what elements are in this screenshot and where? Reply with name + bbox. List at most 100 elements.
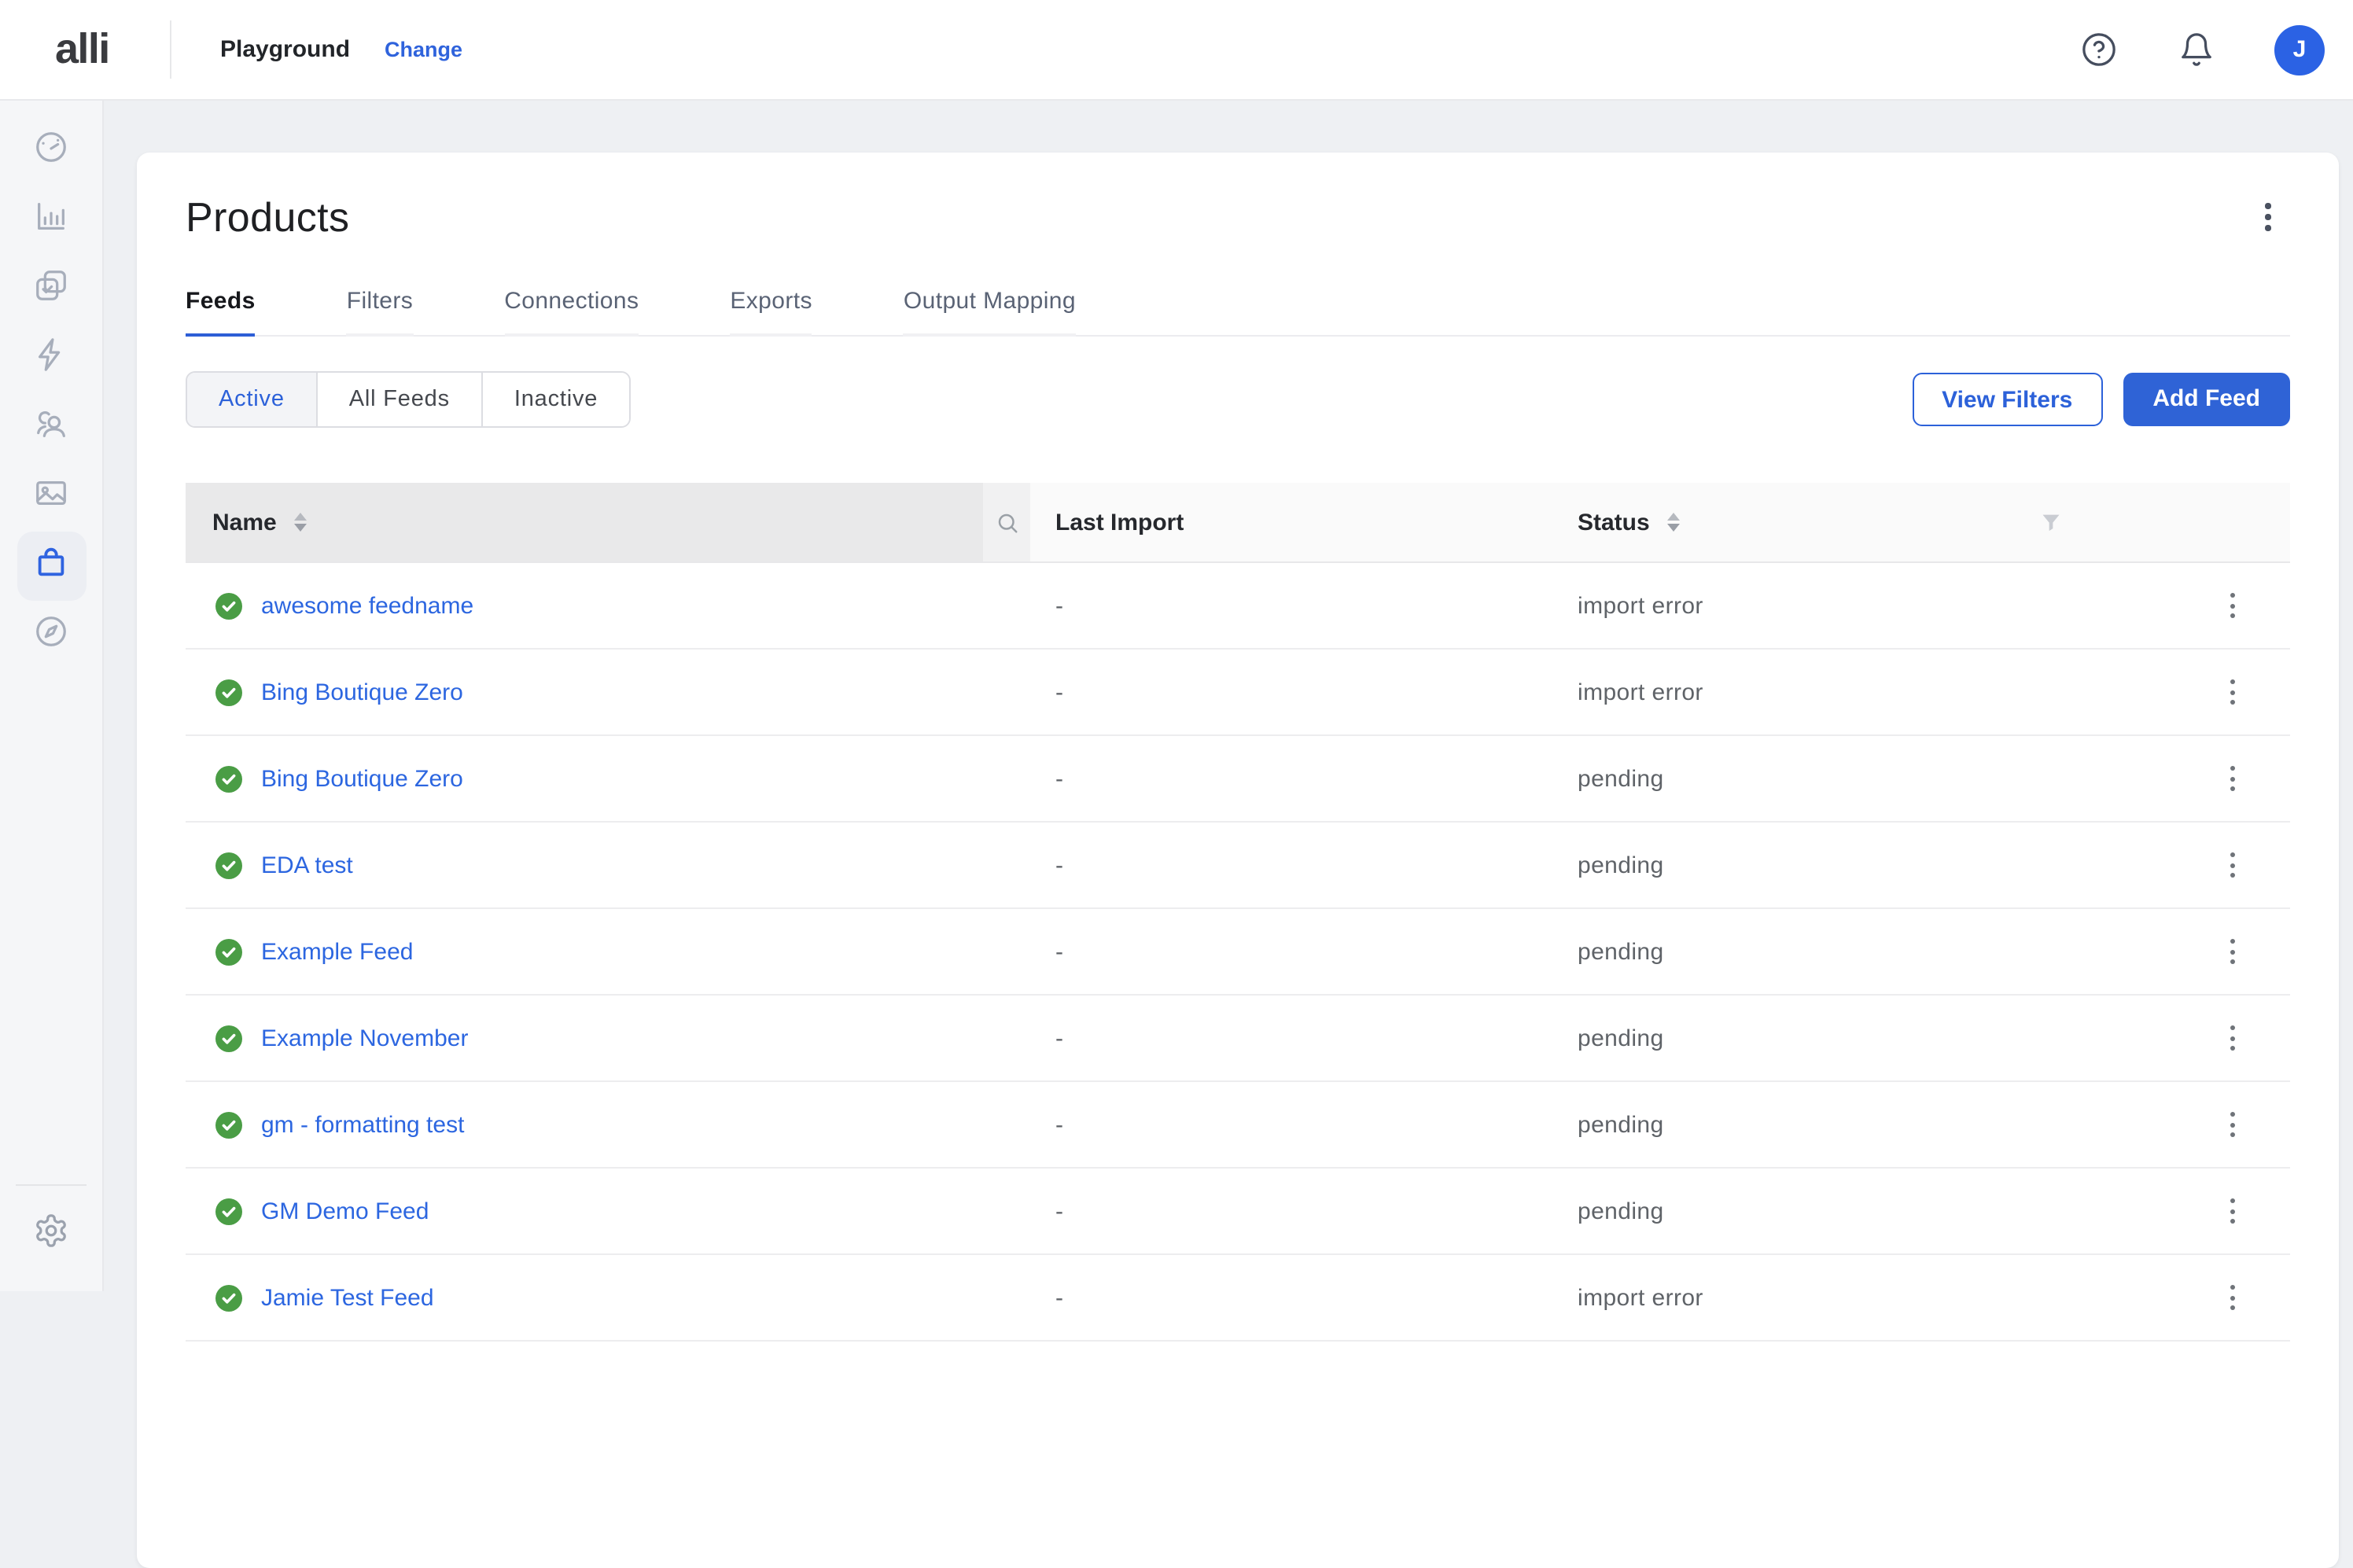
status-value: pending xyxy=(1578,1025,2018,1051)
row-kebab-menu-icon[interactable] xyxy=(2211,1018,2252,1058)
table-header-row: Name Last Import Status xyxy=(186,483,2290,563)
workspace-name: Playground xyxy=(220,36,350,63)
sidebar-item-creative[interactable] xyxy=(17,462,86,532)
feed-name-link[interactable]: awesome feedname xyxy=(261,592,473,619)
status-check-icon xyxy=(215,592,242,619)
kebab-menu-icon[interactable] xyxy=(2246,195,2290,239)
table-row: gm - formatting test - pending xyxy=(186,1082,2290,1169)
compass-icon xyxy=(33,613,69,657)
row-kebab-menu-icon[interactable] xyxy=(2211,585,2252,626)
row-kebab-menu-icon[interactable] xyxy=(2211,845,2252,885)
table-row: Bing Boutique Zero - pending xyxy=(186,736,2290,823)
feed-name-link[interactable]: Example Feed xyxy=(261,938,413,965)
tab-filters[interactable]: Filters xyxy=(347,288,413,335)
row-kebab-menu-icon[interactable] xyxy=(2211,672,2252,712)
status-value: import error xyxy=(1578,1284,2018,1311)
topbar-divider xyxy=(170,20,171,79)
feed-name-link[interactable]: EDA test xyxy=(261,852,353,878)
feed-name-link[interactable]: Bing Boutique Zero xyxy=(261,765,463,792)
help-icon[interactable] xyxy=(2079,31,2117,68)
row-kebab-menu-icon[interactable] xyxy=(2211,1277,2252,1318)
feed-name-link[interactable]: Bing Boutique Zero xyxy=(261,679,463,705)
last-import-value: - xyxy=(1030,679,1578,705)
sort-icon[interactable] xyxy=(294,513,307,532)
table-row: Jamie Test Feed - import error xyxy=(186,1255,2290,1342)
tab-feeds[interactable]: Feeds xyxy=(186,288,256,335)
status-column-label: Status xyxy=(1578,509,1650,536)
row-actions-cell xyxy=(2131,672,2290,712)
status-check-icon xyxy=(215,852,242,878)
feeds-table: Name Last Import Status awesome xyxy=(186,483,2290,1342)
row-actions-cell xyxy=(2131,1104,2290,1145)
sidebar-items xyxy=(0,99,102,670)
status-value: pending xyxy=(1578,938,2018,965)
settings-gear-icon[interactable] xyxy=(16,1195,85,1264)
table-row: awesome feedname - import error xyxy=(186,563,2290,650)
column-header-name[interactable]: Name xyxy=(186,483,983,561)
app-root: alli Playground Change J xyxy=(0,0,2353,1291)
sidebar-item-audiences[interactable] xyxy=(17,393,86,462)
change-workspace-link[interactable]: Change xyxy=(385,38,462,61)
sidebar-item-analytics[interactable] xyxy=(17,186,86,255)
sort-icon[interactable] xyxy=(1667,513,1680,532)
add-feed-button[interactable]: Add Feed xyxy=(2123,373,2290,426)
tab-bar: Feeds Filters Connections Exports Output Map… xyxy=(186,288,2290,337)
row-kebab-menu-icon[interactable] xyxy=(2211,758,2252,799)
row-actions-cell xyxy=(2131,1018,2290,1058)
feed-filter-active[interactable]: Active xyxy=(187,373,318,426)
status-check-icon xyxy=(215,938,242,965)
page-title: Products xyxy=(186,193,349,241)
last-import-value: - xyxy=(1030,938,1578,965)
column-header-status[interactable]: Status xyxy=(1578,509,2018,536)
sidebar-item-explore[interactable] xyxy=(17,601,86,670)
tab-connections[interactable]: Connections xyxy=(504,288,639,335)
sidebar-item-tasks[interactable] xyxy=(17,255,86,324)
feed-name-link[interactable]: Example November xyxy=(261,1025,468,1051)
workspace-switcher: Playground Change xyxy=(220,0,462,99)
topbar-actions: J xyxy=(2079,0,2325,99)
tab-output-mapping[interactable]: Output Mapping xyxy=(904,288,1076,335)
status-check-icon xyxy=(215,765,242,792)
last-import-value: - xyxy=(1030,1025,1578,1051)
feed-name-link[interactable]: Jamie Test Feed xyxy=(261,1284,434,1311)
sidebar-item-automations[interactable] xyxy=(17,324,86,393)
feed-name-cell: Jamie Test Feed xyxy=(186,1284,983,1311)
feeds-toolbar: ActiveAll FeedsInactive View Filters Add… xyxy=(186,371,2290,428)
products-card: Products Feeds Filters Connections Exports O… xyxy=(137,153,2339,1568)
status-check-icon xyxy=(215,679,242,705)
row-kebab-menu-icon[interactable] xyxy=(2211,1104,2252,1145)
status-check-icon xyxy=(215,1111,242,1138)
feed-name-link[interactable]: GM Demo Feed xyxy=(261,1198,429,1224)
row-actions-cell xyxy=(2131,845,2290,885)
feed-name-cell: Example November xyxy=(186,1025,983,1051)
sidebar-item-products[interactable] xyxy=(17,532,86,601)
feed-filter-segmented: ActiveAll FeedsInactive xyxy=(186,371,631,428)
feed-name-cell: Bing Boutique Zero xyxy=(186,679,983,705)
name-column-label: Name xyxy=(212,509,277,536)
bar-chart-icon xyxy=(33,198,69,242)
search-icon[interactable] xyxy=(983,483,1030,561)
clipboard-check-icon xyxy=(33,267,69,311)
status-value: pending xyxy=(1578,765,2018,792)
view-filters-button[interactable]: View Filters xyxy=(1912,373,2102,426)
table-row: Example November - pending xyxy=(186,996,2290,1082)
sidebar-item-dashboard[interactable] xyxy=(17,116,86,186)
image-icon xyxy=(33,475,69,519)
notifications-bell-icon[interactable] xyxy=(2177,31,2215,68)
feed-name-link[interactable]: gm - formatting test xyxy=(261,1111,464,1138)
feed-name-cell: awesome feedname xyxy=(186,592,983,619)
filter-funnel-icon[interactable] xyxy=(2018,511,2131,533)
feed-filter-all-feeds[interactable]: All Feeds xyxy=(318,373,483,426)
table-row: Example Feed - pending xyxy=(186,909,2290,996)
row-actions-cell xyxy=(2131,758,2290,799)
row-kebab-menu-icon[interactable] xyxy=(2211,1191,2252,1231)
table-row: Bing Boutique Zero - import error xyxy=(186,650,2290,736)
column-header-last-import[interactable]: Last Import xyxy=(1030,509,1578,536)
feed-filter-inactive[interactable]: Inactive xyxy=(483,373,629,426)
user-avatar[interactable]: J xyxy=(2274,24,2325,75)
tab-exports[interactable]: Exports xyxy=(730,288,812,335)
row-actions-cell xyxy=(2131,585,2290,626)
status-check-icon xyxy=(215,1025,242,1051)
row-kebab-menu-icon[interactable] xyxy=(2211,931,2252,972)
table-row: GM Demo Feed - pending xyxy=(186,1169,2290,1255)
